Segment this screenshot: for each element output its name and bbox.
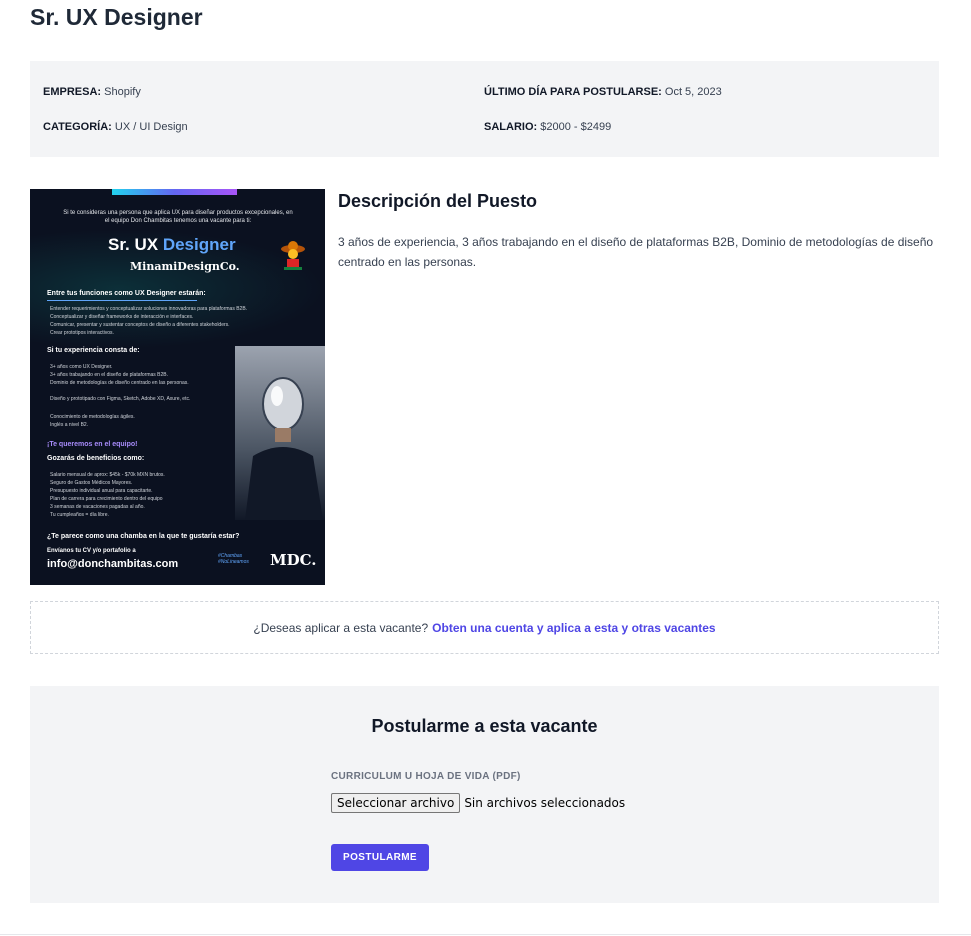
cv-file-input[interactable]: Seleccionar archivo Sin archivos selecci…	[331, 793, 625, 813]
poster-email: info@donchambitas.com	[47, 558, 179, 570]
poster-accent-bar	[112, 189, 237, 195]
deadline-field: ÚLTIMO DÍA PARA POSTULARSE: Oct 5, 2023	[484, 86, 722, 98]
description-title: Descripción del Puesto	[338, 191, 538, 211]
deadline-label: ÚLTIMO DÍA PARA POSTULARSE:	[484, 86, 662, 98]
poster-function-3: Comunicar, presentar y sustentar concept…	[50, 322, 230, 328]
poster-company: MinamiDesignCo.	[130, 260, 240, 273]
salary-field: SALARIO: $2000 - $2499	[484, 121, 611, 133]
poster-benefit-5: 3 semanas de vacaciones pagadas al año.	[50, 504, 145, 510]
poster-heading-designer: Designer	[162, 235, 236, 254]
cv-file-label: CURRICULUM U HOJA DE VIDA (PDF)	[331, 771, 521, 782]
category-field: CATEGORÍA: UX / UI Design	[43, 121, 188, 133]
poster-benefit-4: Plan de carrera para crecimiento dentro …	[50, 496, 163, 502]
job-meta-panel: EMPRESA: Shopify ÚLTIMO DÍA PARA POSTULA…	[30, 61, 939, 157]
poster-hashtag: #Chambas #NoLineamos	[218, 553, 249, 565]
poster-benefit-2: Seguro de Gastos Médicos Mayores.	[50, 480, 133, 486]
category-label: CATEGORÍA:	[43, 121, 112, 133]
poster-intro: Si te consideras una persona que aplica …	[63, 210, 293, 224]
poster-benefits-title: Gozarás de beneficios como:	[47, 455, 145, 462]
poster-functions-title: Entre tus funciones como UX Designer est…	[47, 290, 206, 297]
company-value: Shopify	[104, 86, 141, 98]
application-form: Postularme a esta vacante CURRICULUM U H…	[30, 686, 939, 903]
salary-value: $2000 - $2499	[540, 121, 612, 133]
submit-application-button[interactable]: POSTULARME	[331, 844, 429, 871]
description-body: 3 años de experiencia, 3 años trabajando…	[338, 235, 934, 269]
poster-experience-title: Si tu experiencia consta de:	[47, 347, 140, 354]
poster-experience-1: 3+ años como UX Designer.	[50, 364, 113, 370]
poster-experience-4: Diseño y prototipado con Figma, Sketch, …	[50, 396, 191, 402]
poster-cta: ¿Te parece como una chamba en la que te …	[47, 533, 240, 540]
poster-benefit-1: Salario mensual de aprox: $45k - $70k MX…	[50, 472, 165, 478]
page-title: Sr. UX Designer	[30, 4, 203, 30]
poster-experience-2: 3+ años trabajando en el diseño de plata…	[50, 372, 168, 378]
poster-heading-sr: Sr. UX	[108, 235, 163, 254]
company-field: EMPRESA: Shopify	[43, 86, 141, 98]
poster-benefit-6: Tu cumpleaños = día libre.	[50, 512, 109, 518]
poster-person-photo	[235, 346, 325, 520]
poster-experience-3: Dominio de metodologías de diseño centra…	[50, 380, 189, 386]
poster-brand-logo: MDC.	[270, 551, 317, 569]
poster-team-title: ¡Te queremos en el equipo!	[47, 441, 138, 448]
poster-function-4: Crear prototipos interactivos.	[50, 330, 114, 336]
file-status-text: Sin archivos seleccionados	[464, 796, 626, 810]
choose-file-button[interactable]: Seleccionar archivo	[331, 793, 461, 813]
poster-experience-6: Inglés a nivel B2.	[50, 422, 89, 428]
apply-prompt: ¿Deseas aplicar a esta vacante? Obten un…	[30, 601, 939, 654]
footer-divider	[0, 934, 971, 935]
poster-experience-5: Conocimiento de metodologías ágiles.	[50, 414, 135, 420]
category-value: UX / UI Design	[114, 121, 188, 133]
company-label: EMPRESA:	[43, 86, 102, 98]
signup-link[interactable]: Obten una cuenta y aplica a esta y otras…	[432, 621, 715, 635]
poster-function-2: Conceptualizar y diseñar frameworks de i…	[50, 314, 194, 320]
salary-label: SALARIO:	[484, 121, 538, 133]
form-title: Postularme a esta vacante	[371, 716, 598, 736]
poster-benefit-3: Presupuesto individual anual para capaci…	[50, 488, 153, 494]
poster-heading: Sr. UX Designer	[108, 235, 236, 255]
poster-mascot-icon	[280, 239, 306, 271]
poster-divider	[47, 300, 197, 301]
poster-send: Envíanos tu CV y/o portafolio a	[47, 548, 136, 554]
poster-function-1: Entender requerimientos y conceptualizar…	[50, 306, 248, 312]
apply-question: ¿Deseas aplicar a esta vacante?	[253, 620, 429, 635]
deadline-value: Oct 5, 2023	[664, 86, 722, 98]
job-poster-image: Si te consideras una persona que aplica …	[30, 189, 325, 585]
